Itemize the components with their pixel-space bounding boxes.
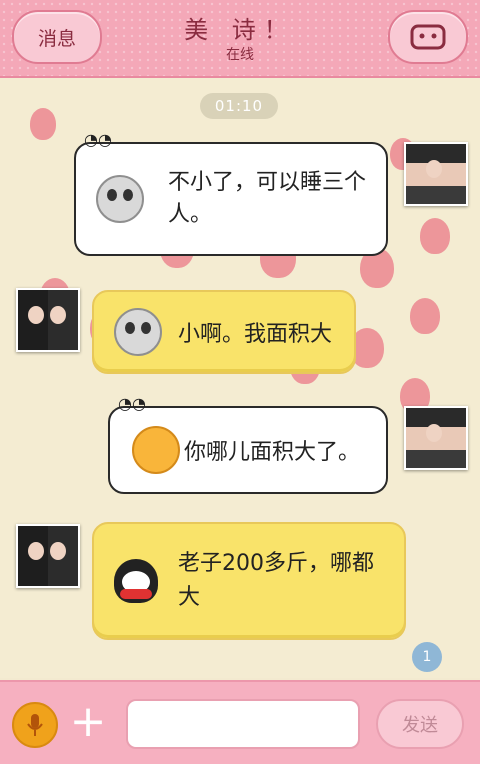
message-bubble-3[interactable]: ◔◔ 你哪儿面积大了。 — [108, 394, 388, 494]
message-text: 小啊。我面积大 — [178, 322, 333, 347]
bubble-eyes-decoration: ◔◔ — [118, 394, 146, 413]
skull-emoji-icon — [114, 308, 162, 356]
send-button[interactable]: 发送 — [376, 699, 464, 749]
contact-name: 美 诗！ — [184, 16, 296, 44]
contact-avatar[interactable] — [404, 406, 468, 470]
microphone-icon — [27, 714, 43, 736]
chat-header: 消息 美 诗！ 在线 — [0, 0, 480, 78]
message-text: 老子200多斤，哪都大 — [178, 551, 374, 610]
contact-avatar[interactable] — [404, 142, 468, 206]
message-bubble-1[interactable]: ◔◔ 不小了，可以睡三个人。 — [74, 130, 388, 256]
message-input[interactable] — [126, 699, 360, 749]
message-bubble-4[interactable]: 老子200多斤，哪都大 — [92, 522, 406, 640]
message-text: 不小了，可以睡三个人。 — [168, 170, 367, 227]
bubble-eyes-decoration: ◔◔ — [84, 130, 112, 149]
message-text: 你哪儿面积大了。 — [184, 440, 361, 465]
add-attachment-button[interactable]: + — [66, 695, 110, 747]
unread-count-badge[interactable]: 1 — [412, 642, 442, 672]
skull-emoji-icon — [96, 175, 144, 223]
back-button[interactable]: 消息 — [12, 10, 102, 64]
face-icon — [410, 24, 446, 50]
penguin-emoji-icon — [114, 559, 158, 603]
profile-button[interactable] — [388, 10, 468, 64]
my-avatar[interactable] — [16, 288, 80, 352]
sleepy-emoji-icon — [132, 426, 180, 474]
online-status: 在线 — [226, 47, 254, 63]
message-bubble-2[interactable]: 小啊。我面积大 — [92, 290, 356, 374]
message-timestamp: 01:10 — [200, 93, 278, 119]
my-avatar[interactable] — [16, 524, 80, 588]
voice-button[interactable] — [12, 702, 58, 748]
plus-icon: + — [69, 695, 107, 747]
